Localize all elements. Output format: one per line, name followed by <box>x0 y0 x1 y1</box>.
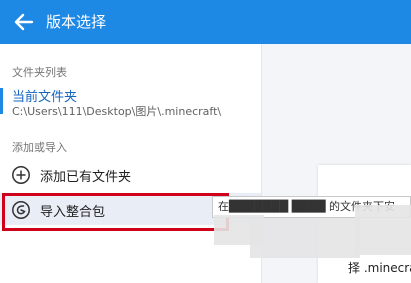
blur-overlay <box>355 205 411 255</box>
blur-overlay <box>250 218 360 258</box>
folder-list-label: 文件夹列表 <box>12 66 67 79</box>
add-or-import-label: 添加或导入 <box>12 141 67 154</box>
plus-circle-icon <box>11 165 31 185</box>
add-existing-folder-button[interactable]: 添加已有文件夹 <box>0 159 261 191</box>
title-bar: 版本选择 <box>0 0 411 44</box>
selected-indicator <box>0 88 3 114</box>
page-title: 版本选择 <box>46 13 107 31</box>
card-text: 择 .minecra <box>348 261 411 275</box>
package-import-icon <box>11 200 31 220</box>
add-existing-folder-label: 添加已有文件夹 <box>40 170 132 185</box>
current-folder-path: C:\Users\111\Desktop\图片\.minecraft\ <box>12 105 222 118</box>
current-folder-item[interactable]: 当前文件夹 C:\Users\111\Desktop\图片\.minecraft… <box>0 84 261 118</box>
arrow-left-icon[interactable] <box>13 11 35 33</box>
import-modpack-label: 导入整合包 <box>40 205 106 220</box>
